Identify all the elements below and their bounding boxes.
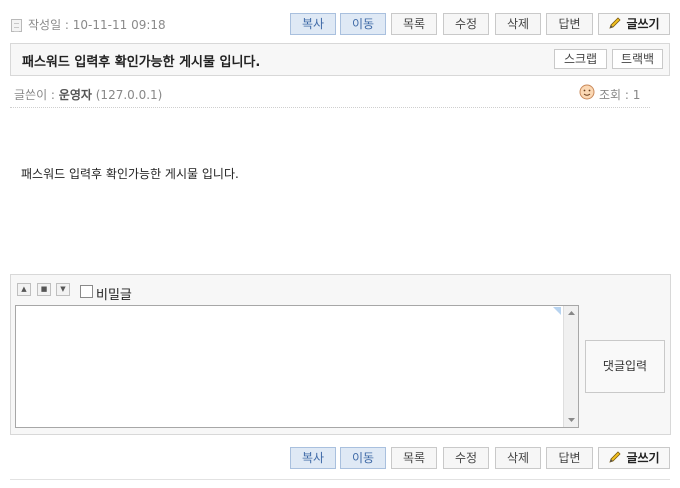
list-button[interactable]: 목록 [391,13,437,35]
bottom-divider [10,479,670,480]
author-name: 운영자 [58,88,92,102]
edit-button-bottom[interactable]: 수정 [443,447,489,469]
smiley-icon [579,84,595,103]
list-button-bottom[interactable]: 목록 [391,447,437,469]
move-button[interactable]: 이동 [340,13,386,35]
delete-button[interactable]: 삭제 [495,13,541,35]
scroll-down-icon[interactable] [564,413,579,427]
document-icon [11,19,22,32]
reset-textarea-button[interactable]: ■ [37,283,51,296]
divider [10,107,650,108]
post-title: 패스워드 입력후 확인가능한 게시물 입니다. [22,55,261,70]
comment-submit-button[interactable]: 댓글입력 [585,340,665,393]
resize-corner-icon [553,307,561,315]
author-label: 글쓴이 : [14,88,59,102]
view-count: 조회 : 1 [599,88,641,102]
copy-button[interactable]: 복사 [290,13,336,35]
trackback-button[interactable]: 트랙백 [612,49,663,69]
write-button-label: 글쓰기 [626,451,660,465]
scrap-button[interactable]: 스크랩 [554,49,607,69]
textarea-scrollbar[interactable] [563,306,578,427]
post-content: 패스워드 입력후 확인가능한 게시물 입니다. [21,167,239,181]
move-button-bottom[interactable]: 이동 [340,447,386,469]
reply-button[interactable]: 답변 [546,13,593,35]
author-info: 글쓴이 : 운영자 (127.0.0.1) [14,86,162,103]
pencil-icon [608,450,622,470]
copy-button-bottom[interactable]: 복사 [290,447,336,469]
post-date: 작성일 : 10-11-11 09:18 [28,18,166,32]
reply-button-bottom[interactable]: 답변 [546,447,593,469]
comment-textarea[interactable] [15,305,579,428]
shrink-textarea-button[interactable]: ▲ [17,283,31,296]
author-ip: (127.0.0.1) [95,88,163,102]
scroll-up-icon[interactable] [564,306,579,320]
write-button[interactable]: 글쓰기 [598,13,670,35]
write-button-label: 글쓰기 [626,17,660,31]
secret-label: 비밀글 [96,288,132,303]
delete-button-bottom[interactable]: 삭제 [495,447,541,469]
expand-textarea-button[interactable]: ▼ [56,283,70,296]
edit-button[interactable]: 수정 [443,13,489,35]
pencil-icon [608,16,622,36]
write-button-bottom[interactable]: 글쓰기 [598,447,670,469]
secret-checkbox[interactable] [80,285,93,298]
